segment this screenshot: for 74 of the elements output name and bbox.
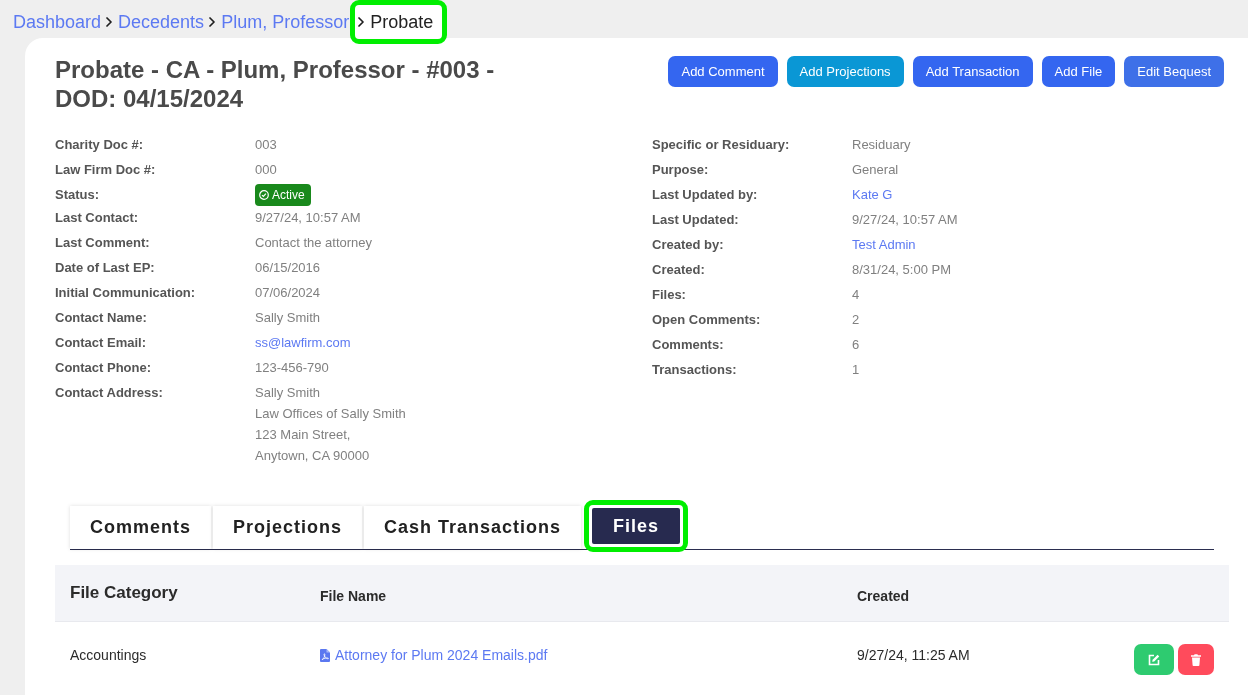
breadcrumb-link[interactable]: Decedents [118, 11, 205, 33]
detail-label: Last Comment: [55, 234, 151, 252]
breadcrumb-current: Probate [370, 11, 434, 33]
detail-value: 9/27/24, 10:57 AM [255, 209, 362, 227]
detail-label: Last Updated: [652, 211, 740, 229]
detail-label: Last Updated by: [652, 186, 759, 204]
column-header: File Category [69, 583, 179, 603]
detail-label: Created by: [652, 236, 725, 254]
page-title: Probate - CA - Plum, Professor - #003 - DOD: 04/15/2024 [55, 55, 496, 113]
tab[interactable]: Comments [70, 506, 211, 549]
detail-label: Initial Communication: [55, 284, 197, 302]
check-circle-icon [259, 189, 269, 200]
detail-value: Sally Smith [255, 309, 322, 327]
breadcrumb-link[interactable]: Plum, Professor [221, 11, 350, 33]
detail-label: Files: [652, 286, 687, 304]
detail-value: 07/06/2024 [255, 284, 322, 302]
action-button[interactable]: Edit Bequest [1124, 56, 1224, 87]
detail-value: 123-456-790 [255, 359, 330, 377]
detail-label: Contact Phone: [55, 359, 153, 377]
address-line: 123 Main Street, [255, 426, 352, 444]
detail-value: 000 [255, 161, 278, 179]
trash-icon [1191, 653, 1201, 666]
detail-value: 6 [852, 336, 861, 354]
tab[interactable]: Cash Transactions [364, 506, 582, 549]
detail-link[interactable]: ss@lawfirm.com [255, 330, 652, 355]
pdf-file-icon [320, 648, 330, 662]
detail-label: Comments: [652, 336, 725, 354]
detail-value: 8/31/24, 5:00 PM [852, 261, 952, 279]
column-header: Created [856, 587, 911, 604]
detail-value: 003 [255, 136, 278, 154]
chevron-icon [209, 17, 216, 27]
detail-label: Date of Last EP: [55, 259, 156, 277]
detail-value: 4 [852, 286, 861, 304]
detail-label: Created: [652, 261, 706, 279]
action-button[interactable]: Add File [1041, 56, 1116, 87]
edit-icon [1148, 653, 1160, 666]
detail-label: Specific or Residuary: [652, 136, 791, 154]
detail-label: Status: [55, 186, 101, 204]
file-link[interactable]: Attorney for Plum 2024 Emails.pdf [320, 646, 548, 664]
edit-button[interactable] [1134, 644, 1174, 675]
status-text: Active [272, 187, 305, 202]
detail-label: Contact Address: [55, 384, 164, 402]
detail-label: Contact Name: [55, 309, 148, 327]
table-cell-text: 9/27/24, 11:25 AM [856, 646, 971, 665]
column-header: File Name [319, 587, 388, 604]
detail-link[interactable]: Kate G [852, 182, 1229, 207]
address-line: Sally Smith [255, 384, 322, 402]
tab[interactable]: Projections [213, 506, 363, 549]
detail-label: Transactions: [652, 361, 738, 379]
chevron-icon [358, 17, 365, 27]
detail-value: 2 [852, 311, 861, 329]
detail-value: 06/15/2016 [255, 259, 322, 277]
detail-label: Law Firm Doc #: [55, 161, 157, 179]
detail-value: 1 [852, 361, 861, 379]
detail-label: Open Comments: [652, 311, 762, 329]
detail-label: Last Contact: [55, 209, 140, 227]
breadcrumb-link[interactable]: Dashboard [13, 11, 102, 33]
detail-link[interactable]: Test Admin [852, 232, 1229, 257]
detail-label: Charity Doc #: [55, 136, 145, 154]
tab[interactable]: Files [592, 508, 681, 544]
action-button[interactable]: Add Transaction [912, 56, 1033, 87]
detail-value: General [852, 161, 900, 179]
detail-label: Purpose: [652, 161, 710, 179]
action-button[interactable]: Add Projections [786, 56, 904, 87]
delete-button[interactable] [1178, 644, 1214, 675]
detail-value: Contact the attorney [255, 234, 374, 252]
address-line: Anytown, CA 90000 [255, 447, 371, 465]
detail-value: 9/27/24, 10:57 AM [852, 211, 959, 229]
detail-value: Residuary [852, 136, 912, 154]
detail-label: Contact Email: [55, 334, 147, 352]
table-cell-text: Accountings [69, 646, 148, 665]
chevron-icon [106, 17, 113, 27]
address-line: Law Offices of Sally Smith [255, 405, 407, 423]
action-button[interactable]: Add Comment [668, 56, 778, 87]
